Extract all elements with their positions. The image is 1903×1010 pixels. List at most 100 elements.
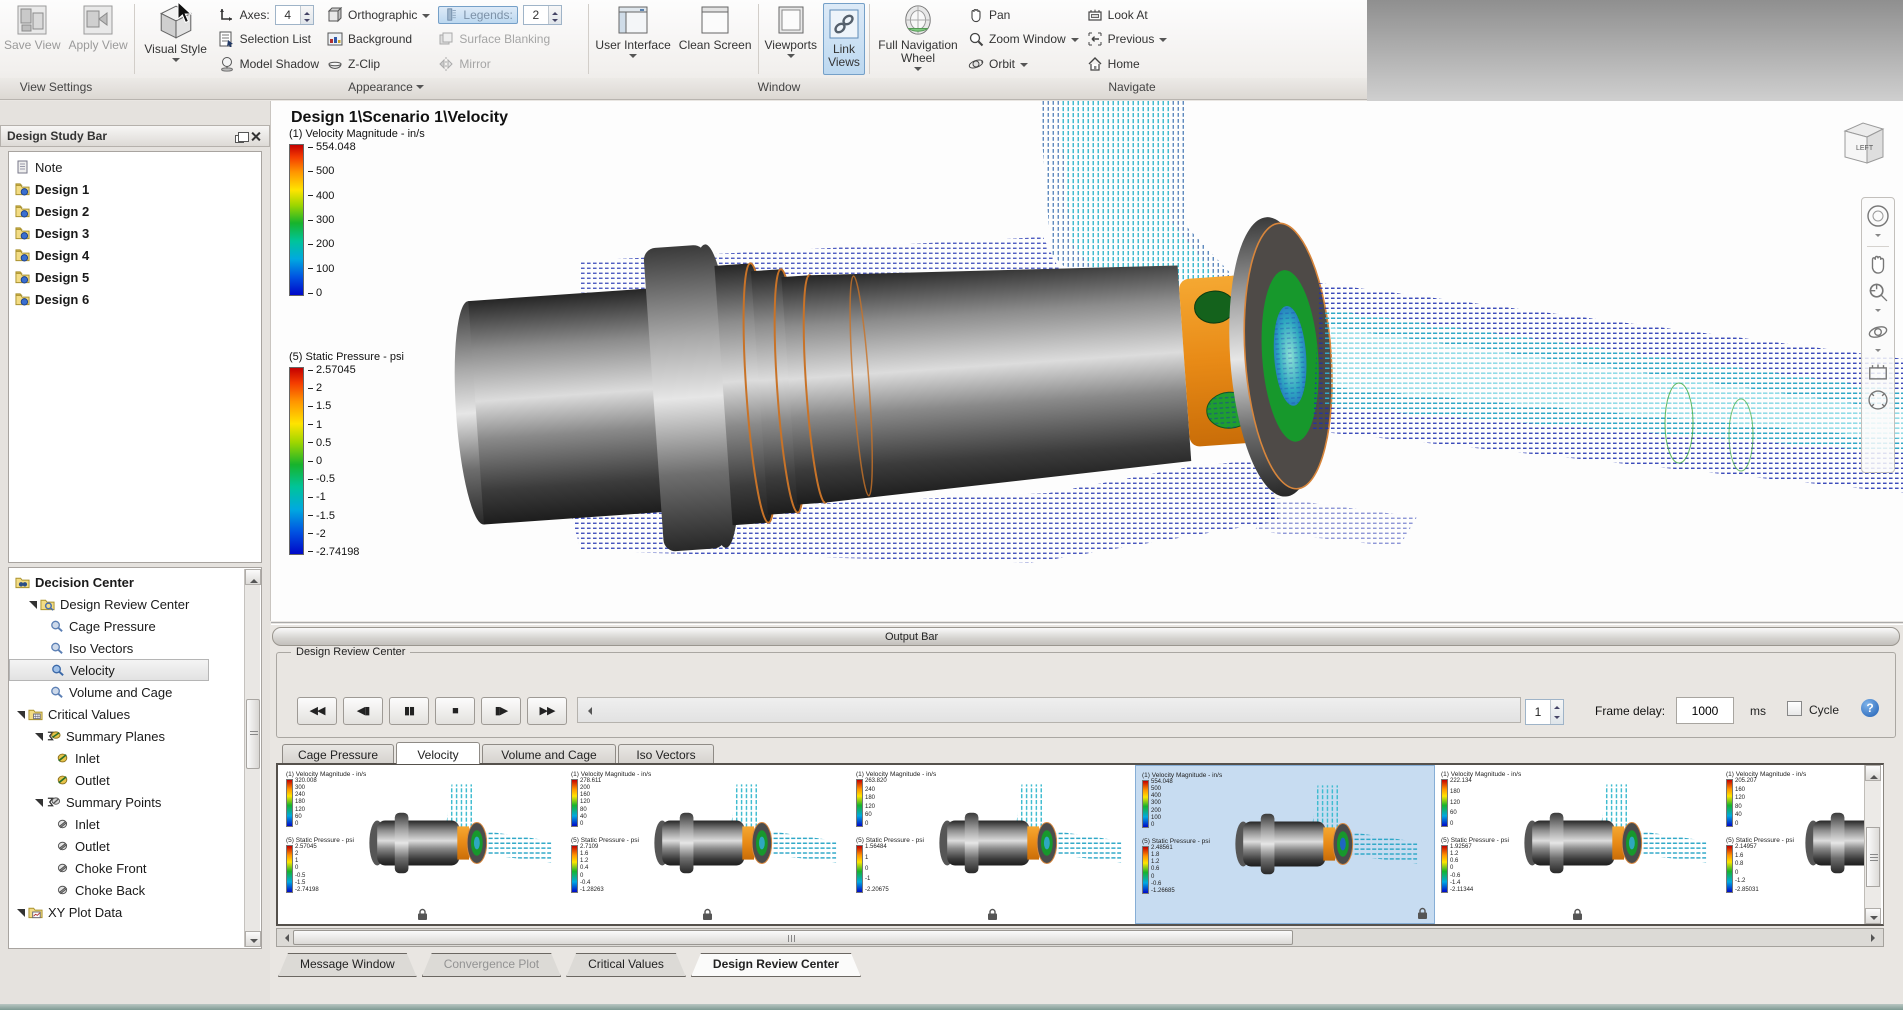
z-clip-button[interactable]: Z-Clip	[327, 53, 430, 74]
mirror-button[interactable]: Mirror	[438, 53, 582, 74]
scroll-left-icon[interactable]	[584, 707, 592, 715]
link-views-button[interactable]: Link Views	[823, 3, 865, 75]
home-button[interactable]: Home	[1087, 53, 1168, 74]
scroll-down-icon[interactable]	[245, 931, 261, 947]
clean-screen-button[interactable]: Clean Screen	[675, 0, 756, 78]
frame-thumbnail-4-selected[interactable]: (1) Velocity Magnitude - in/s 554.048500…	[1135, 765, 1435, 924]
tree-item-design-5[interactable]: Design 5	[9, 266, 261, 288]
filmstrip-vertical-scrollbar[interactable]	[1864, 765, 1881, 924]
navigation-bar[interactable]	[1861, 197, 1895, 473]
nav-look-at-icon[interactable]	[1867, 361, 1889, 383]
tree-item-summary-planes[interactable]: Summary Planes	[9, 725, 261, 747]
selection-list-button[interactable]: Selection List	[219, 29, 319, 50]
expand-triangle-icon[interactable]	[17, 711, 25, 719]
design-study-bar-header[interactable]: Design Study Bar	[0, 125, 270, 147]
tree-item-design-3[interactable]: Design 3	[9, 222, 261, 244]
tree-item-summary-points[interactable]: Summary Points	[9, 791, 261, 813]
save-view-button[interactable]: Save View	[0, 0, 64, 78]
nav-wheel-dropdown-arrow[interactable]	[1875, 234, 1881, 240]
tab-message-window[interactable]: Message Window	[278, 953, 417, 977]
full-navigation-wheel-button[interactable]: Full Navigation Wheel	[872, 0, 964, 78]
nav-zoom-extents-icon[interactable]	[1867, 389, 1889, 411]
apply-view-button[interactable]: Apply View	[64, 0, 131, 78]
tab-convergence-plot[interactable]: Convergence Plot	[422, 953, 561, 977]
scrollbar-thumb[interactable]	[1866, 827, 1880, 887]
fast-forward-button[interactable]: ▶▶	[527, 697, 567, 725]
legends-spinner[interactable]: 2	[523, 5, 562, 25]
tree-scrollbar[interactable]	[244, 569, 260, 947]
tree-item-summary-points-outlet[interactable]: Outlet	[9, 835, 261, 857]
tree-item-critical-values[interactable]: Critical Values	[9, 703, 261, 725]
orthographic-button[interactable]: Orthographic	[327, 4, 430, 25]
tree-item-summary-planes-inlet[interactable]: Inlet	[9, 747, 261, 769]
step-forward-button[interactable]: ▮▶	[481, 697, 521, 725]
tab-volume-and-cage[interactable]: Volume and Cage	[482, 744, 616, 763]
tab-velocity[interactable]: Velocity	[396, 742, 480, 764]
background-button[interactable]: Background	[327, 29, 430, 50]
tree-item-summary-planes-outlet[interactable]: Outlet	[9, 769, 261, 791]
legends-control[interactable]: Legends: 2	[438, 4, 582, 25]
tab-critical-values[interactable]: Critical Values	[566, 953, 686, 977]
lock-icon[interactable]	[1416, 907, 1429, 920]
tree-item-iso-vectors[interactable]: Iso Vectors	[9, 637, 261, 659]
axes-control[interactable]: Axes: 4	[219, 4, 319, 25]
frame-thumbnail-5[interactable]: (1) Velocity Magnitude - in/s 222.134180…	[1435, 765, 1720, 924]
surface-blanking-button[interactable]: Surface Blanking	[438, 29, 582, 50]
tree-item-volume-and-cage[interactable]: Volume and Cage	[9, 681, 261, 703]
frame-thumbnail-2[interactable]: (1) Velocity Magnitude - in/s 278.611200…	[565, 765, 850, 924]
scroll-up-icon[interactable]	[1865, 765, 1881, 781]
look-at-button[interactable]: Look At	[1087, 4, 1168, 25]
viewports-button[interactable]: Viewports	[761, 0, 821, 78]
tab-cage-pressure[interactable]: Cage Pressure	[282, 744, 394, 763]
frame-thumbnail-1[interactable]: (1) Velocity Magnitude - in/s 320.008300…	[280, 765, 565, 924]
nav-zoom-dropdown-arrow[interactable]	[1875, 309, 1881, 315]
user-interface-button[interactable]: User Interface	[591, 0, 674, 78]
expand-triangle-icon[interactable]	[35, 799, 43, 807]
close-panel-icon[interactable]	[249, 130, 263, 143]
frame-delay-input[interactable]	[1676, 697, 1734, 724]
tab-design-review-center[interactable]: Design Review Center	[691, 953, 861, 977]
tree-item-cage-pressure[interactable]: Cage Pressure	[9, 615, 261, 637]
nav-orbit-icon[interactable]	[1867, 321, 1889, 343]
previous-button[interactable]: Previous	[1087, 29, 1168, 50]
viewport-3d[interactable]: Design 1\Scenario 1\Velocity (1) Velocit…	[270, 101, 1903, 621]
float-panel-icon[interactable]	[231, 130, 245, 143]
scroll-left-icon[interactable]	[281, 934, 289, 942]
nav-zoom-icon[interactable]	[1867, 281, 1889, 303]
frame-thumbnail-6[interactable]: (1) Velocity Magnitude - in/s 205.207160…	[1720, 765, 1880, 924]
tree-item-design-6[interactable]: Design 6	[9, 288, 261, 310]
lock-icon[interactable]	[416, 908, 429, 921]
axes-spinner[interactable]: 4	[275, 5, 314, 25]
frame-thumbnail-3[interactable]: (1) Velocity Magnitude - in/s 263.820240…	[850, 765, 1135, 924]
tree-item-velocity[interactable]: Velocity	[9, 659, 209, 681]
scrollbar-thumb[interactable]	[293, 930, 1293, 945]
scroll-up-icon[interactable]	[245, 569, 261, 585]
frame-spinner[interactable]: 1	[1525, 699, 1564, 725]
tree-item-xy-plot-data[interactable]: XY Plot Data	[9, 901, 261, 923]
pause-button[interactable]: ▮▮	[389, 697, 429, 725]
expand-triangle-icon[interactable]	[17, 909, 25, 917]
tree-item-design-review-center[interactable]: Design Review Center	[9, 593, 261, 615]
orbit-button[interactable]: Orbit	[968, 53, 1079, 74]
group-label-appearance[interactable]: Appearance	[112, 80, 660, 94]
nav-pan-icon[interactable]	[1867, 253, 1889, 275]
zoom-window-button[interactable]: Zoom Window	[968, 29, 1079, 50]
expand-triangle-icon[interactable]	[29, 601, 37, 609]
tree-item-summary-points-inlet[interactable]: Inlet	[9, 813, 261, 835]
nav-orbit-dropdown-arrow[interactable]	[1875, 349, 1881, 355]
tree-item-design-1[interactable]: Design 1	[9, 178, 261, 200]
lock-icon[interactable]	[1571, 908, 1584, 921]
viewcube[interactable]: LEFT	[1837, 119, 1889, 175]
viewport-3d-model[interactable]	[431, 101, 1903, 621]
go-to-start-button[interactable]: ◀◀	[297, 697, 337, 725]
scroll-down-icon[interactable]	[1865, 908, 1881, 924]
expand-triangle-icon[interactable]	[35, 733, 43, 741]
help-icon[interactable]: ?	[1861, 699, 1879, 717]
tree-item-note[interactable]: Note	[9, 156, 261, 178]
model-shadow-button[interactable]: Model Shadow	[219, 53, 319, 74]
scrollbar-thumb[interactable]	[246, 699, 260, 769]
tree-item-design-4[interactable]: Design 4	[9, 244, 261, 266]
stop-button[interactable]: ■	[435, 697, 475, 725]
nav-wheel-icon[interactable]	[1866, 204, 1890, 228]
frame-scrollbar[interactable]	[577, 697, 1521, 723]
